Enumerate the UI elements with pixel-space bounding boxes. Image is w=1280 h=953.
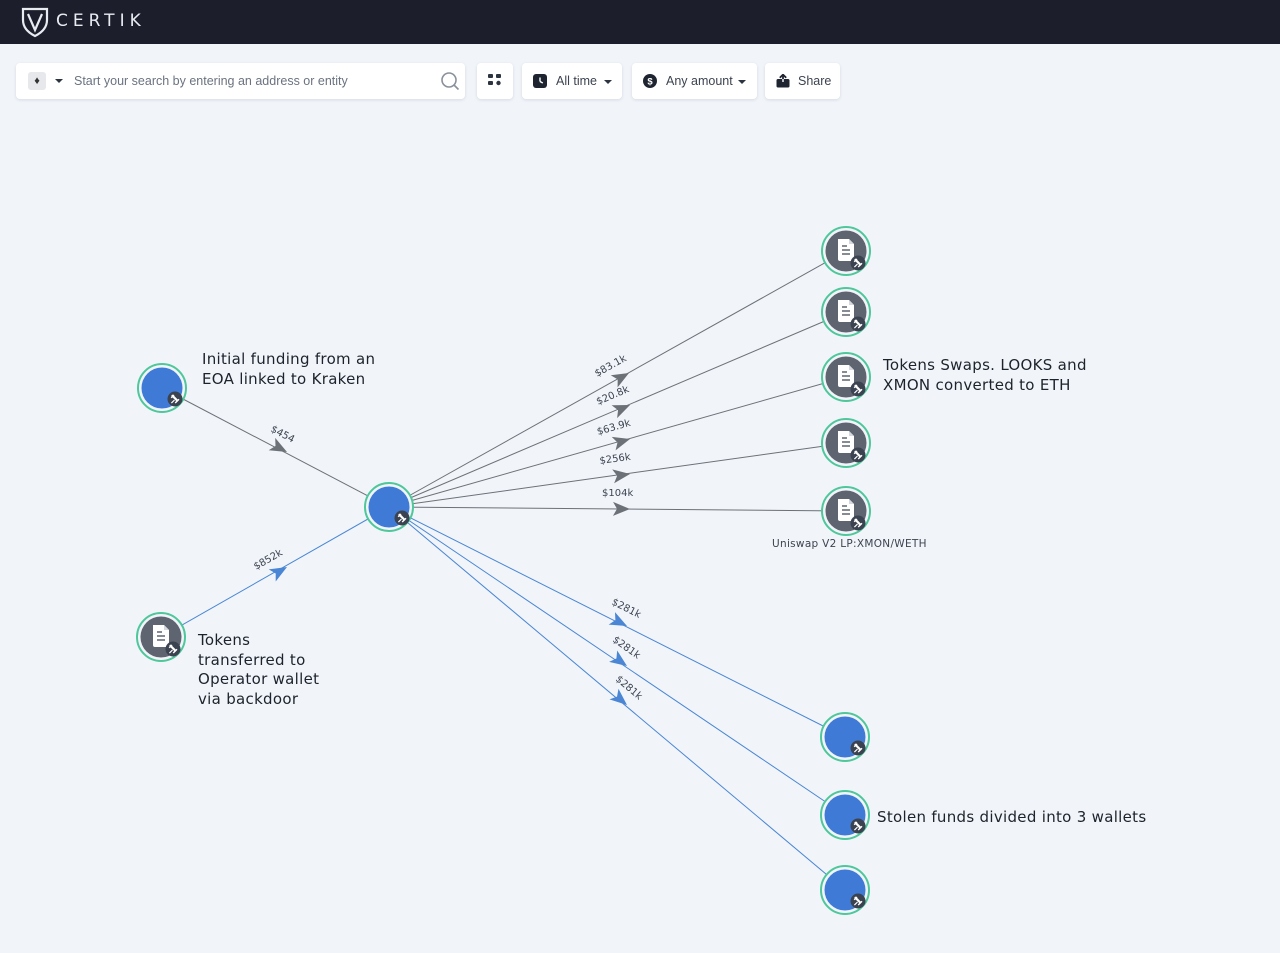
edge-label: $104k	[602, 488, 633, 499]
pin-icon[interactable]	[849, 315, 867, 333]
contract-node[interactable]	[821, 352, 871, 402]
contract-document-icon	[837, 364, 855, 388]
arrow-icon	[611, 405, 630, 419]
annotation-backdoor: Tokens transferred to Operator wallet vi…	[198, 631, 320, 708]
contract-document-icon	[837, 430, 855, 454]
contract-node[interactable]	[821, 226, 871, 276]
pin-icon[interactable]	[849, 739, 867, 757]
annotation-kraken: Initial funding from an EOA linked to Kr…	[202, 350, 376, 388]
pin-icon[interactable]	[849, 892, 867, 910]
edge-label: $281k	[610, 597, 643, 621]
wallet-node[interactable]	[137, 363, 187, 413]
contract-node[interactable]	[821, 486, 871, 536]
graph-edges	[160, 250, 847, 891]
pin-icon[interactable]	[849, 446, 867, 464]
annotation-swaps: Tokens Swaps. LOOKS and XMON converted t…	[883, 356, 1087, 394]
contract-document-icon	[837, 299, 855, 323]
contract-node[interactable]	[136, 612, 186, 662]
pin-icon[interactable]	[849, 254, 867, 272]
pin-icon[interactable]	[849, 817, 867, 835]
pin-icon[interactable]	[393, 509, 411, 527]
pin-icon[interactable]	[849, 514, 867, 532]
pin-icon[interactable]	[849, 380, 867, 398]
wallet-node[interactable]	[820, 790, 870, 840]
node-caption: Uniswap V2 LP:XMON/WETH	[772, 538, 927, 550]
edge-label: $256k	[599, 452, 632, 467]
wallet-node[interactable]	[820, 712, 870, 762]
contract-document-icon	[152, 624, 170, 648]
contract-node[interactable]	[821, 418, 871, 468]
edge-label: $63.9k	[596, 418, 632, 438]
edge-label: $281k	[610, 634, 642, 661]
arrow-icon	[611, 436, 630, 451]
edge-label: $454	[269, 424, 297, 446]
contract-document-icon	[837, 238, 855, 262]
wallet-node[interactable]	[364, 482, 414, 532]
contract-document-icon	[837, 498, 855, 522]
edge-label: $20.8k	[595, 384, 631, 408]
contract-node[interactable]	[821, 287, 871, 337]
pin-icon[interactable]	[166, 390, 184, 408]
wallet-node[interactable]	[820, 865, 870, 915]
pin-icon[interactable]	[164, 640, 182, 658]
annotation-stolen: Stolen funds divided into 3 wallets	[877, 808, 1147, 826]
